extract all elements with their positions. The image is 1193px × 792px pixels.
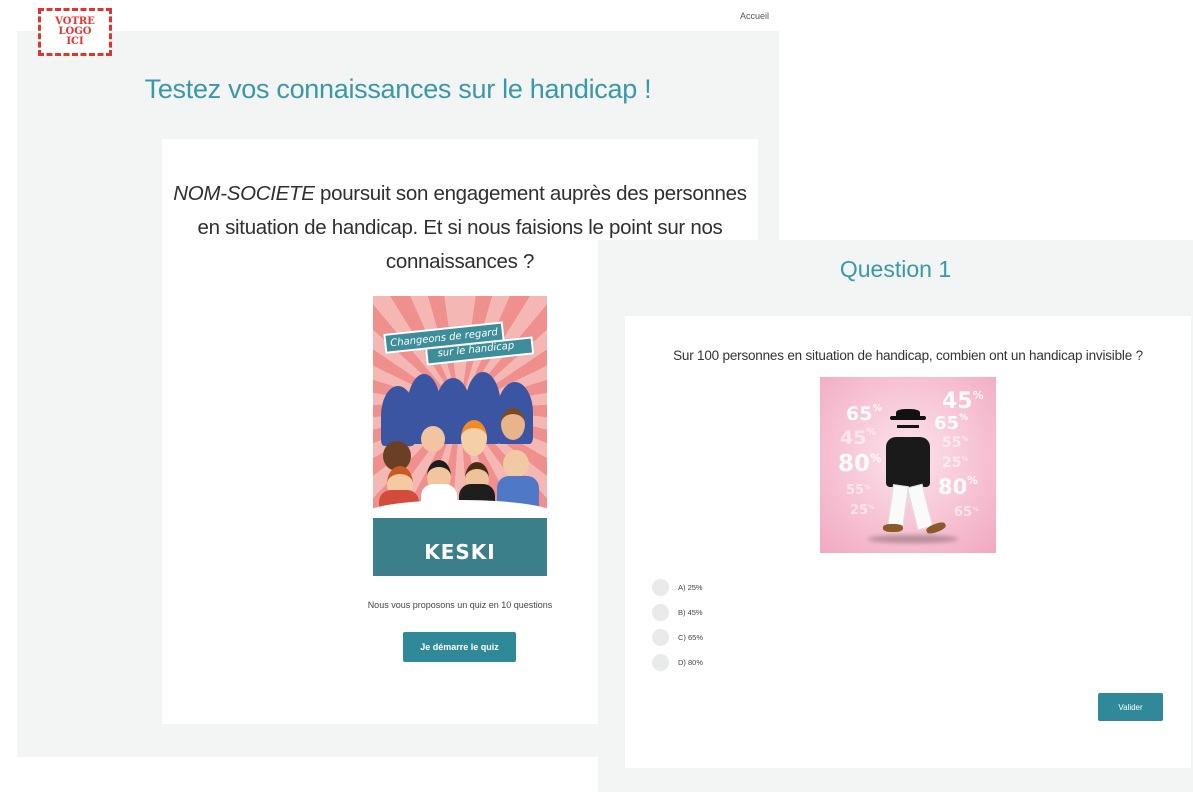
image-number: 80 bbox=[938, 475, 968, 499]
logo-line: ICI bbox=[66, 36, 84, 47]
answer-label: B) 45% bbox=[678, 608, 703, 617]
start-quiz-button[interactable]: Je démarre le quiz bbox=[403, 632, 516, 662]
answer-option-a[interactable]: A) 25% bbox=[652, 575, 703, 600]
question-screen: Question 1 Sur 100 personnes en situatio… bbox=[598, 240, 1193, 792]
question-text: Sur 100 personnes en situation de handic… bbox=[673, 348, 1143, 363]
company-logo-placeholder: VOTRE LOGO ICI bbox=[38, 8, 112, 56]
glasses-icon bbox=[897, 425, 919, 434]
company-name: NOM-SOCIETE bbox=[173, 182, 315, 205]
nav-link-home[interactable]: Accueil bbox=[740, 11, 769, 21]
radio-button[interactable] bbox=[652, 579, 669, 596]
image-number: 80 bbox=[838, 451, 871, 477]
radio-button[interactable] bbox=[652, 604, 669, 621]
image-number: 65 bbox=[846, 403, 873, 425]
answer-options: A) 25% B) 45% C) 65% D) 80% bbox=[652, 575, 703, 675]
keski-poster-image: KESKI Changeons de regard sur le handica… bbox=[373, 296, 547, 576]
invisible-man-shirt bbox=[886, 437, 930, 487]
image-number: 25 bbox=[942, 455, 962, 471]
radio-button[interactable] bbox=[652, 629, 669, 646]
character-face bbox=[503, 450, 529, 478]
character-face bbox=[461, 420, 487, 456]
character-face bbox=[421, 426, 445, 452]
image-number: 65 bbox=[934, 413, 960, 434]
page-title: Testez vos connaissances sur le handicap… bbox=[144, 74, 652, 104]
image-number: 55 bbox=[942, 435, 962, 451]
intro-line-1: poursuit son engagement auprès des perso… bbox=[314, 182, 747, 205]
character-face bbox=[501, 408, 525, 440]
validate-button[interactable]: Valider bbox=[1098, 693, 1163, 721]
shoe-icon bbox=[883, 524, 903, 532]
image-number: 65 bbox=[954, 505, 973, 520]
poster-brand: KESKI bbox=[424, 540, 496, 564]
invisible-man-leg bbox=[906, 483, 934, 531]
hat-brim bbox=[890, 416, 926, 420]
image-number: 55 bbox=[846, 483, 865, 498]
image-number: 25 bbox=[850, 503, 869, 518]
answer-label: D) 80% bbox=[678, 658, 704, 667]
answer-option-c[interactable]: C) 65% bbox=[652, 625, 703, 650]
image-number: 45 bbox=[942, 389, 973, 414]
question-card: Sur 100 personnes en situation de handic… bbox=[625, 316, 1191, 768]
image-number: 45 bbox=[840, 427, 867, 449]
answer-label: C) 65% bbox=[678, 633, 704, 642]
answer-option-b[interactable]: B) 45% bbox=[652, 600, 703, 625]
answer-option-d[interactable]: D) 80% bbox=[652, 650, 703, 675]
figure-shadow bbox=[868, 535, 958, 543]
answer-label: A) 25% bbox=[678, 583, 703, 592]
radio-button[interactable] bbox=[652, 654, 669, 671]
question-illustration: 65% 45% 80% 55% 25% 45% 65% 55% 25% 80% … bbox=[820, 377, 996, 553]
question-title: Question 1 bbox=[839, 256, 952, 282]
